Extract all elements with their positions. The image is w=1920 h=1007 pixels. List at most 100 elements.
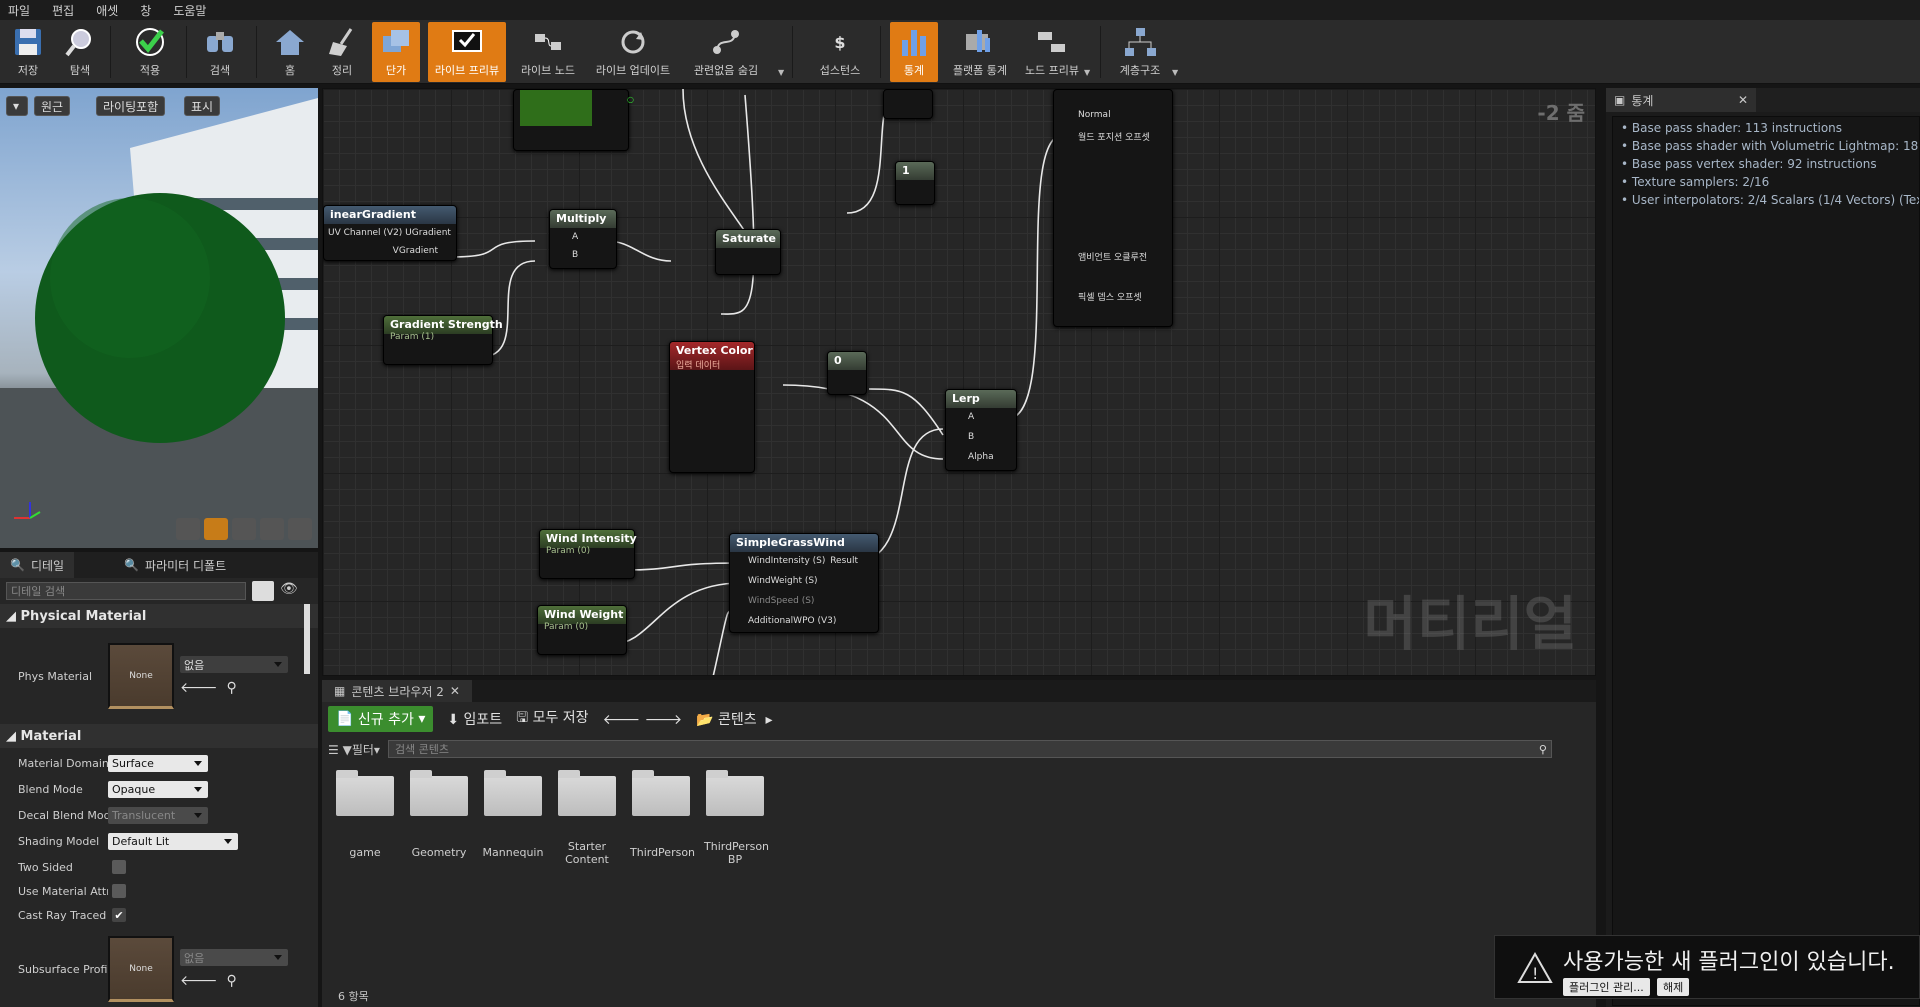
platform-stats-button[interactable]: 플랫폼 통계 <box>946 22 1014 82</box>
tab-stats[interactable]: ▣ 통계 ✕ <box>1606 88 1756 112</box>
grid-view-icon[interactable] <box>252 581 274 601</box>
subsurface-profile-thumbnail[interactable]: None <box>108 936 174 1002</box>
folder-item[interactable]: ThirdPerson <box>630 770 695 859</box>
home-icon <box>276 30 304 55</box>
details-scrollbar[interactable] <box>304 604 310 674</box>
cube-shape-icon[interactable] <box>260 518 284 540</box>
save-all-button[interactable]: 🖫 모두 저장 <box>516 707 588 731</box>
phys-material-combo[interactable]: 없음 <box>180 656 288 673</box>
blend-mode-combo[interactable]: Opaque <box>108 780 208 798</box>
folder-item[interactable]: game <box>334 770 396 859</box>
menu-asset[interactable]: 애셋 <box>96 2 118 19</box>
material-domain-combo[interactable]: Surface <box>108 754 208 772</box>
instance-button[interactable]: $ 섭스턴스 <box>808 22 872 82</box>
tab-details[interactable]: 🔍 디테일 <box>0 552 75 578</box>
live-nodes-button[interactable]: 라이브 노드 <box>514 22 582 82</box>
decal-blend-mode-row: Decal Blend Mode Translucent <box>0 804 304 826</box>
dismiss-button[interactable]: 해제 <box>1657 978 1690 996</box>
cylinder-shape-icon[interactable] <box>176 518 200 540</box>
node-material-output[interactable]: Normal 월드 포지션 오프셋 앰비언트 오클루전 픽셀 뎁스 오프셋 <box>1053 89 1173 327</box>
flatten-button[interactable]: 단가 <box>372 22 420 82</box>
lit-mode-button[interactable]: 라이팅포함 <box>96 96 166 116</box>
hierarchy-dropdown-icon[interactable]: ▼ <box>1172 68 1178 77</box>
node-vertex-color[interactable]: Vertex Color 입력 데이터 <box>669 341 755 473</box>
details-tab-bar: 🔍 디테일 🔍 파라미터 디폴트 <box>0 552 318 578</box>
node-wind-intensity[interactable]: Wind Intensity Param (0) <box>539 529 637 579</box>
perspective-button[interactable]: 원근 <box>34 96 71 116</box>
node-multiply[interactable]: Multiply A B <box>549 209 617 269</box>
close-icon[interactable]: ✕ <box>450 684 460 698</box>
sphere-shape-icon[interactable] <box>204 518 228 540</box>
menu-file[interactable]: 파일 <box>8 2 30 19</box>
live-nodes-icon <box>535 34 561 50</box>
hide-unrelated-dropdown-icon[interactable]: ▼ <box>778 68 784 77</box>
use-material-attributes-checkbox[interactable] <box>112 884 126 898</box>
cast-ray-traced-checkbox[interactable]: ✔ <box>112 908 126 922</box>
content-browser-icon: ▦ <box>334 684 346 698</box>
menu-window[interactable]: 창 <box>140 2 151 19</box>
plane-shape-icon[interactable] <box>232 518 256 540</box>
tab-parameter-defaults[interactable]: 🔍 파라미터 디폴트 <box>114 552 236 578</box>
decal-blend-mode-combo[interactable]: Translucent <box>108 806 208 824</box>
folder-item[interactable]: ThirdPerson BP <box>704 770 769 866</box>
physical-material-section-header[interactable]: ◢ Physical Material <box>0 604 318 628</box>
path-breadcrumb[interactable]: 📂 콘텐츠 ▸ <box>696 709 772 729</box>
two-sided-checkbox[interactable] <box>112 860 126 874</box>
node-saturate[interactable]: Saturate <box>715 229 781 275</box>
eye-icon[interactable]: 👁 <box>280 581 306 601</box>
close-icon[interactable]: ✕ <box>1738 93 1748 107</box>
content-search-input[interactable]: 검색 콘텐츠 ⚲ <box>387 740 1552 758</box>
clean-button[interactable]: 정리 <box>320 22 364 82</box>
live-update-button[interactable]: 라이브 업데이트 <box>590 22 676 82</box>
material-graph-editor[interactable]: ○ inearGradient UV Channel (V2) UGradien… <box>322 88 1596 676</box>
browse-button[interactable]: 탐색 <box>58 22 102 82</box>
forward-arrow-icon[interactable]: 🡒 <box>645 712 683 728</box>
filter-button[interactable]: ☰ ▼필터▾ <box>328 741 380 758</box>
back-arrow-icon[interactable]: 🡐 <box>603 712 641 728</box>
phys-material-row: Phys Material None 없음 🡐 ⚲ <box>0 638 304 714</box>
stats-line: Texture samplers: 2/16 <box>1621 175 1911 189</box>
show-button[interactable]: 표시 <box>184 96 221 116</box>
tab-content-browser[interactable]: ▦ 콘텐츠 브라우저 2 ✕ <box>322 680 472 702</box>
live-preview-button[interactable]: 라이브 프리뷰 <box>428 22 506 82</box>
manage-plugins-button[interactable]: 플러그인 관리... <box>1563 978 1650 996</box>
material-preview-viewport[interactable]: ▾ 원근 라이팅포함 표시 <box>0 88 318 548</box>
import-button[interactable]: ⬇ 임포트 <box>447 709 502 729</box>
node-lerp[interactable]: Lerp A B Alpha <box>945 389 1017 471</box>
apply-button[interactable]: 적용 <box>128 22 172 82</box>
search-button[interactable]: 검색 <box>198 22 242 82</box>
save-button[interactable]: 저장 <box>6 22 50 82</box>
toolbar: 저장 탐색 적용 검색 홈 정리 단가 라이브 프리뷰 라이브 노드 라이브 업… <box>0 20 1920 84</box>
node-wind-weight[interactable]: Wind Weight Param (0) <box>537 605 627 655</box>
texture-preview-node[interactable] <box>513 89 629 151</box>
folder-item[interactable]: Mannequin <box>482 770 544 859</box>
node-preview-button[interactable]: 노드 프리뷰 <box>1020 22 1084 82</box>
node-gradient-strength[interactable]: Gradient Strength Param (1) <box>383 315 503 365</box>
shading-model-combo[interactable]: Default Lit <box>108 832 238 850</box>
hide-unrelated-button[interactable]: 관련없음 숨김 <box>688 22 764 82</box>
node-preview-dropdown-icon[interactable]: ▼ <box>1084 68 1090 77</box>
node-constant-zero[interactable]: 0 <box>827 351 867 395</box>
output-node-top[interactable] <box>883 89 933 119</box>
use-selected-icon[interactable]: 🡐 ⚲ <box>180 972 288 989</box>
node-preview-icon <box>1038 32 1065 52</box>
node-constant-one[interactable]: 1 <box>895 161 935 205</box>
viewport-options-dropdown[interactable]: ▾ <box>6 96 28 116</box>
details-search-input[interactable]: 디테일 검색 <box>6 582 246 600</box>
custom-mesh-icon[interactable] <box>288 518 312 540</box>
stats-button[interactable]: 통계 <box>890 22 938 82</box>
use-selected-icon[interactable]: 🡐 ⚲ <box>180 679 288 696</box>
node-simple-grass-wind[interactable]: SimpleGrassWind WindIntensity (S) Result… <box>729 533 879 633</box>
subsurface-profile-combo[interactable]: 없음 <box>180 949 288 966</box>
history-nav[interactable]: 🡐 🡒 <box>603 711 683 728</box>
menu-help[interactable]: 도움말 <box>173 2 206 19</box>
add-new-button[interactable]: 📄 신규 추가 ▾ <box>328 706 434 732</box>
home-button[interactable]: 홈 <box>268 22 312 82</box>
phys-material-thumbnail[interactable]: None <box>108 643 174 709</box>
menu-edit[interactable]: 편집 <box>52 2 74 19</box>
folder-item[interactable]: Starter Content <box>556 770 618 866</box>
hierarchy-button[interactable]: 계층구조 <box>1112 22 1168 82</box>
node-linear-gradient[interactable]: inearGradient UV Channel (V2) UGradient … <box>323 205 457 261</box>
material-section-header[interactable]: ◢ Material <box>0 724 318 748</box>
folder-item[interactable]: Geometry <box>408 770 470 859</box>
